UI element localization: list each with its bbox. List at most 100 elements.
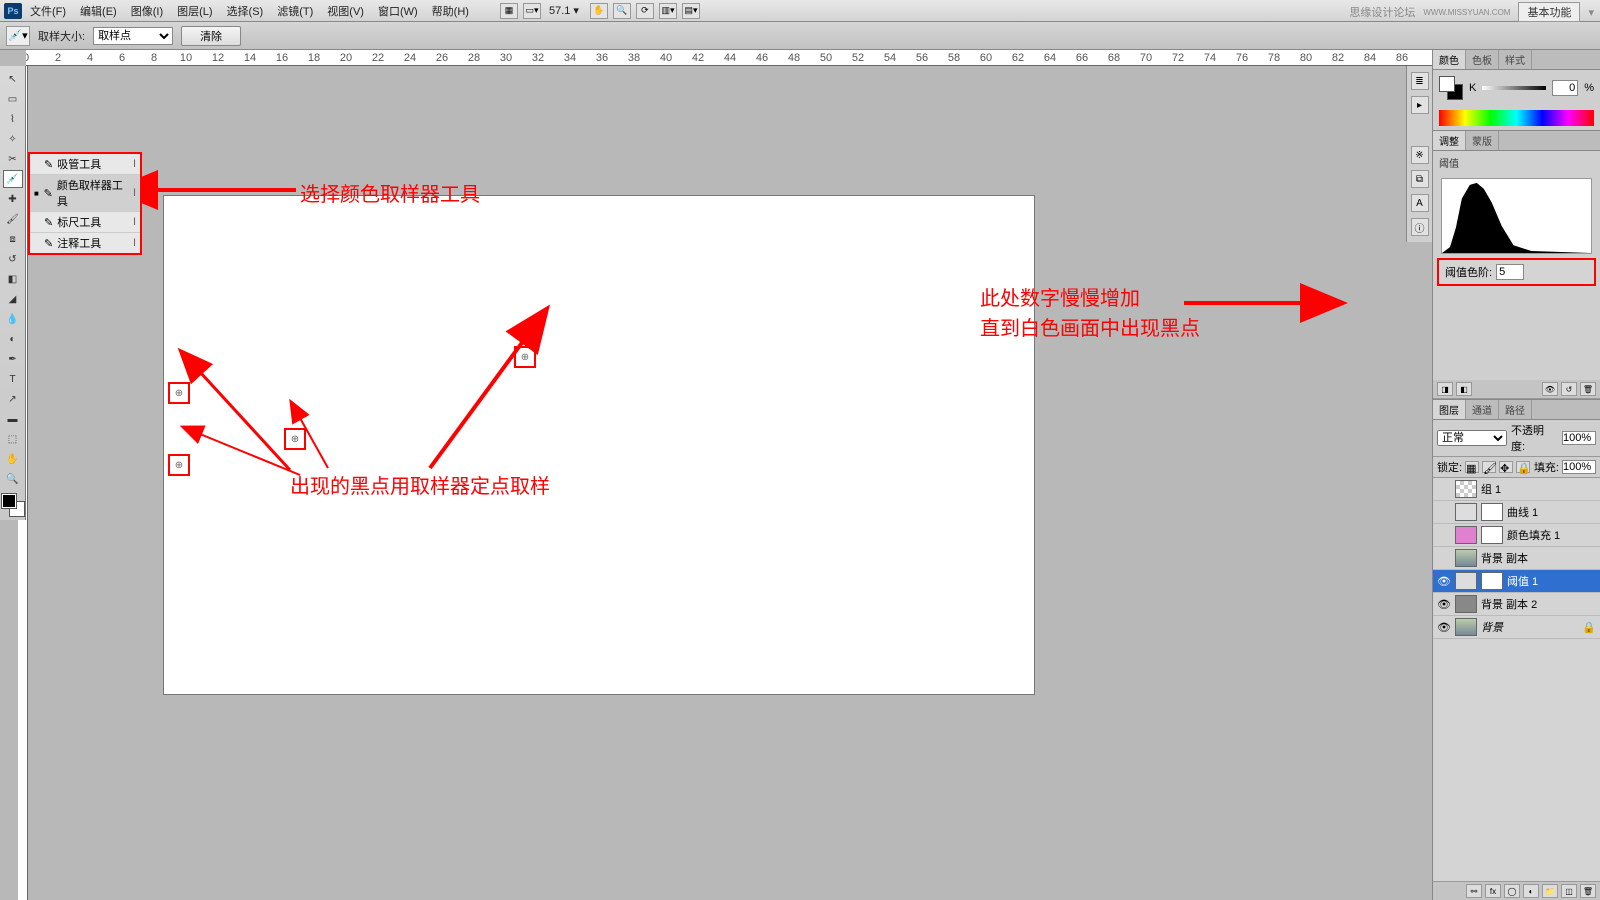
color-swatch[interactable] [2,494,24,516]
menu-file[interactable]: 文件(F) [24,1,72,21]
blend-mode-select[interactable]: 正常 [1437,430,1507,446]
shape-tool[interactable]: ▬ [3,410,23,428]
tab-layers[interactable]: 图层 [1433,400,1466,419]
flyout-item[interactable]: ✎注释工具I [30,233,140,253]
current-tool-icon[interactable]: 💉▾ [6,26,30,46]
clone-panel-icon[interactable]: ⧉ [1411,170,1429,188]
menu-help[interactable]: 帮助(H) [426,1,475,21]
threshold-input[interactable] [1496,264,1524,280]
type-tool[interactable]: T [3,370,23,388]
layer-row[interactable]: 颜色填充 1 [1433,524,1600,547]
hand-icon[interactable]: ✋ [590,3,608,19]
tab-styles[interactable]: 样式 [1499,50,1532,69]
adj-reset-icon[interactable]: ↺ [1561,382,1577,396]
lock-transparent-icon[interactable]: ▦ [1465,461,1479,473]
arrange-icon[interactable]: ▭▾ [523,3,541,19]
path-tool[interactable]: ↗ [3,390,23,408]
eraser-tool[interactable]: ◧ [3,270,23,288]
zoom-tool[interactable]: 🔍 [3,470,23,488]
adj-expand-icon[interactable]: ◨ [1437,382,1453,396]
layer-row[interactable]: 组 1 [1433,478,1600,501]
k-label: K [1469,82,1476,94]
lasso-tool[interactable]: ⌇ [3,110,23,128]
menu-filter[interactable]: 滤镜(T) [271,1,319,21]
opacity-input[interactable] [1562,431,1596,445]
pen-tool[interactable]: ✒ [3,350,23,368]
adj-delete-icon[interactable]: 🗑 [1580,382,1596,396]
canvas-area [28,66,1432,900]
adj-eye-icon[interactable]: 👁 [1542,382,1558,396]
adj-clip-icon[interactable]: ◧ [1456,382,1472,396]
k-value[interactable]: 0 [1552,80,1578,96]
clear-button[interactable]: 清除 [181,26,241,46]
stamp-tool[interactable]: ⧈ [3,230,23,248]
blur-tool[interactable]: 💧 [3,310,23,328]
delete-layer-icon[interactable]: 🗑 [1580,884,1596,898]
tab-mask[interactable]: 蒙版 [1466,131,1499,150]
menu-edit[interactable]: 编辑(E) [74,1,123,21]
lock-position-icon[interactable]: ✥ [1499,461,1513,473]
screen-icon[interactable]: ▤▾ [682,3,700,19]
menu-view[interactable]: 视图(V) [321,1,370,21]
wand-tool[interactable]: ✧ [3,130,23,148]
flyout-item[interactable]: ■✎颜色取样器工具I [30,175,140,212]
layer-row[interactable]: 曲线 1 [1433,501,1600,524]
move-tool[interactable]: ↖ [3,70,23,88]
history-panel-icon[interactable]: ≣ [1411,72,1429,90]
group-icon[interactable]: 📁 [1542,884,1558,898]
fx-icon[interactable]: fx [1485,884,1501,898]
brush-panel-icon[interactable]: ※ [1411,146,1429,164]
k-slider[interactable] [1482,86,1546,90]
flyout-item[interactable]: ✎标尺工具I [30,212,140,233]
tab-adjust[interactable]: 调整 [1433,131,1466,150]
dodge-tool[interactable]: ◐ [3,330,23,348]
layer-row[interactable]: 背景 副本 [1433,547,1600,570]
tab-color[interactable]: 颜色 [1433,50,1466,69]
bridge-icon[interactable]: ▦ [500,3,518,19]
zoom-icon[interactable]: 🔍 [613,3,631,19]
forum-text: 思缘设计论坛 [1349,4,1415,20]
lock-pixels-icon[interactable]: 🖌 [1482,461,1496,473]
hand-tool[interactable]: ✋ [3,450,23,468]
char-panel-icon[interactable]: A [1411,194,1429,212]
3d-tool[interactable]: ⬚ [3,430,23,448]
sample-marker-4 [168,382,190,404]
info-panel-icon[interactable]: ⓘ [1411,218,1429,236]
tab-channels[interactable]: 通道 [1466,400,1499,419]
fill-input[interactable] [1562,460,1596,474]
layer-row[interactable]: 👁阈值 1 [1433,570,1600,593]
actions-panel-icon[interactable]: ▸ [1411,96,1429,114]
layer-row[interactable]: 👁背景 副本 2 [1433,593,1600,616]
tab-paths[interactable]: 路径 [1499,400,1532,419]
color-picker-swatch[interactable] [1439,76,1463,100]
lock-all-icon[interactable]: 🔒 [1516,461,1530,473]
lock-label: 锁定: [1437,459,1462,475]
menu-image[interactable]: 图像(I) [125,1,169,21]
flyout-item[interactable]: ✎吸管工具I [30,154,140,175]
brush-tool[interactable]: 🖌 [3,210,23,228]
sample-size-select[interactable]: 取样点 [93,27,173,45]
adjustment-layer-icon[interactable]: ◐ [1523,884,1539,898]
new-layer-icon[interactable]: ◫ [1561,884,1577,898]
rotate-icon[interactable]: ⟳ [636,3,654,19]
mask-icon[interactable]: ◯ [1504,884,1520,898]
extras-icon[interactable]: ▥▾ [659,3,677,19]
link-layers-icon[interactable]: ⚯ [1466,884,1482,898]
marquee-tool[interactable]: ▭ [3,90,23,108]
workspace-button[interactable]: 基本功能 [1518,2,1580,22]
menu-select[interactable]: 选择(S) [221,1,270,21]
menu-layer[interactable]: 图层(L) [171,1,218,21]
menu-window[interactable]: 窗口(W) [372,1,424,21]
gradient-tool[interactable]: ◢ [3,290,23,308]
document-canvas[interactable] [164,196,1034,694]
color-spectrum[interactable] [1439,110,1594,126]
color-panel-tabs: 颜色 色板 样式 [1433,50,1600,70]
eyedropper-tool[interactable]: 💉 [3,170,23,188]
heal-tool[interactable]: ✚ [3,190,23,208]
crop-tool[interactable]: ✂ [3,150,23,168]
history-brush-tool[interactable]: ↺ [3,250,23,268]
sample-size-label: 取样大小: [38,28,85,44]
options-bar: 💉▾ 取样大小: 取样点 清除 [0,22,1600,50]
tab-swatches[interactable]: 色板 [1466,50,1499,69]
layer-row[interactable]: 👁背景🔒 [1433,616,1600,639]
